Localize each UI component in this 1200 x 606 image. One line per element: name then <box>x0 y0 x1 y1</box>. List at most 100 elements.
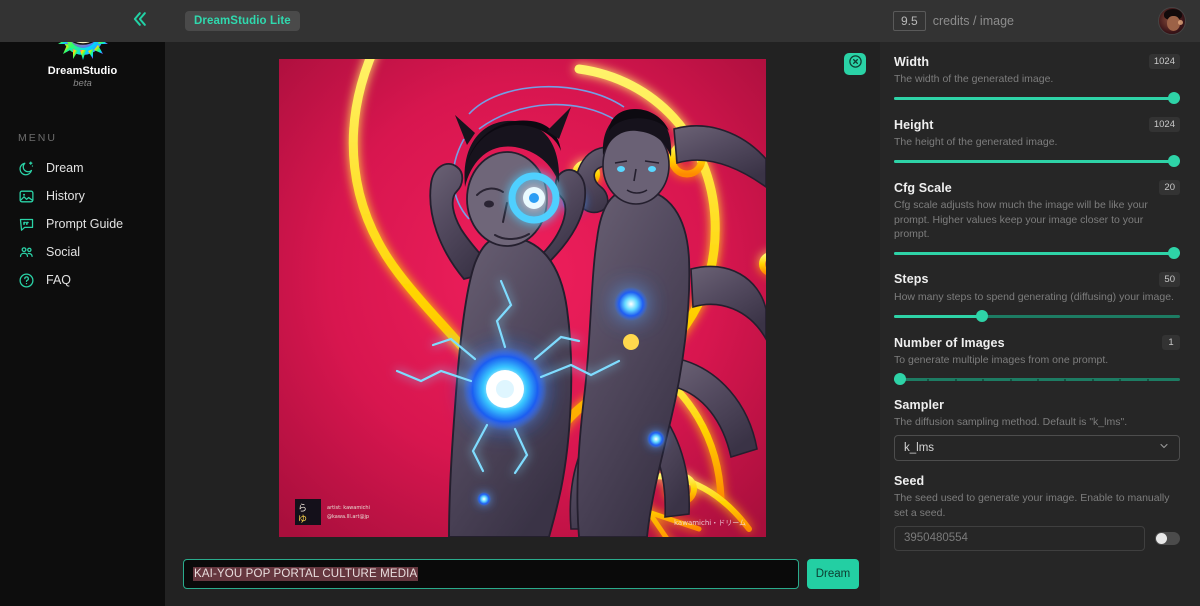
svg-text:@kawa.lll.art@jp: @kawa.lll.art@jp <box>327 514 369 520</box>
credits-label: credits / image <box>932 14 1014 28</box>
sidebar-item-faq[interactable]: FAQ <box>0 266 165 294</box>
sidebar-item-label: FAQ <box>46 273 72 287</box>
setting-cfg-desc: Cfg scale adjusts how much the image wil… <box>894 199 1148 240</box>
image-photo-icon <box>18 188 35 205</box>
generated-image[interactable]: ら ゆ artist: kawamichi @kawa.lll.art@jp k… <box>279 59 766 537</box>
svg-text:artist: kawamichi: artist: kawamichi <box>327 505 370 511</box>
setting-width-title: Width <box>894 54 930 69</box>
numimages-slider-tick <box>982 378 985 381</box>
setting-sampler-desc: The diffusion sampling method. Default i… <box>894 416 1128 429</box>
setting-height-title: Height <box>894 117 934 132</box>
logo-title: DreamStudio <box>47 65 118 77</box>
question-circle-icon <box>18 272 35 289</box>
numimages-slider-tick <box>1119 378 1122 381</box>
setting-width-desc: The width of the generated image. <box>894 73 1054 85</box>
sidebar-item-label: Social <box>46 245 81 259</box>
numimages-slider-tick <box>1037 378 1039 381</box>
moon-sparkle-icon <box>18 160 35 177</box>
main-canvas-area: ら ゆ artist: kawamichi @kawa.lll.art@jp k… <box>165 42 880 606</box>
seed-input[interactable]: 3950480554 <box>894 525 1145 551</box>
numimages-slider-tick <box>1009 378 1012 381</box>
setting-seed-header: Seed <box>894 474 1180 488</box>
numimages-slider-tick <box>954 378 957 381</box>
setting-cfg-header: Cfg Scale 20 <box>894 180 1180 196</box>
svg-text:ゆ: ゆ <box>298 514 307 525</box>
width-slider[interactable] <box>894 92 1180 105</box>
setting-seed-title: Seed <box>894 474 925 489</box>
setting-steps: Steps 50 How many steps to spend generat… <box>894 271 1180 323</box>
setting-cfg-title: Cfg Scale <box>894 180 952 195</box>
credits-indicator: 9.5 credits / image <box>893 11 1014 31</box>
setting-width: Width 1024 The width of the generated im… <box>894 54 1180 105</box>
cfg-slider-knob[interactable] <box>1168 246 1180 259</box>
seed-toggle-knob <box>1156 532 1167 544</box>
cfg-scale-slider[interactable] <box>894 246 1180 259</box>
setting-numimages-desc: To generate multiple images from one pro… <box>894 354 1109 367</box>
setting-numimages-title: Number of Images <box>894 335 1005 350</box>
numimages-slider-tick <box>1146 378 1149 381</box>
setting-numimages-header: Number of Images 1 <box>894 335 1180 351</box>
setting-height-value: 1024 <box>1148 117 1180 133</box>
setting-width-value: 1024 <box>1148 54 1180 69</box>
sidebar-collapse-button[interactable] <box>118 0 160 42</box>
dream-button[interactable]: Dream <box>807 559 859 589</box>
numimages-slider-knob[interactable] <box>894 373 906 386</box>
setting-steps-value: 50 <box>1159 271 1180 287</box>
top-bar: DreamStudio Lite 9.5 credits / image <box>0 0 1200 42</box>
setting-height-header: Height 1024 <box>894 117 1180 133</box>
setting-sampler-title: Sampler <box>894 398 945 413</box>
sidebar-item-dream[interactable]: Dream <box>0 154 165 182</box>
dreamstudio-app: DreamStudio beta MENU Dream History Prom… <box>0 0 1200 606</box>
cfg-slider-fill <box>894 251 1174 255</box>
sidebar-item-prompt-guide[interactable]: Prompt Guide <box>0 210 165 238</box>
width-slider-fill <box>894 97 1174 101</box>
height-slider[interactable] <box>894 155 1180 168</box>
sidebar-item-social[interactable]: Social <box>0 238 165 266</box>
seed-row: 3950480554 <box>894 525 1180 551</box>
numimages-slider-tick <box>1091 378 1094 381</box>
sidebar-item-history[interactable]: History <box>0 182 165 210</box>
width-slider-knob[interactable] <box>1168 92 1180 105</box>
avatar[interactable] <box>1158 7 1186 35</box>
setting-steps-title: Steps <box>894 272 929 287</box>
sidebar-item-label: Dream <box>46 161 84 175</box>
setting-cfg-value: 20 <box>1159 180 1180 196</box>
svg-text:kawamichi・ドリーム: kawamichi・ドリーム <box>674 519 746 527</box>
avatar-highlight <box>1178 20 1183 25</box>
setting-seed: Seed The seed used to generate your imag… <box>894 474 1180 551</box>
menu-section-label: MENU <box>18 132 57 144</box>
dreamstudio-lite-badge[interactable]: DreamStudio Lite <box>185 11 300 31</box>
prompt-input-value: KAI-YOU POP PORTAL CULTURE MEDIA <box>193 567 419 581</box>
sidebar-item-label: History <box>46 189 85 203</box>
setting-height: Height 1024 The height of the generated … <box>894 117 1180 168</box>
height-slider-knob[interactable] <box>1168 155 1180 168</box>
steps-slider[interactable] <box>894 310 1180 323</box>
setting-steps-desc: How many steps to spend generating (diff… <box>894 290 1174 303</box>
svg-text:ら: ら <box>298 503 307 514</box>
setting-sampler: Sampler The diffusion sampling method. D… <box>894 398 1180 462</box>
sidebar-menu: Dream History Prompt Guide Social FAQ <box>0 154 165 294</box>
generated-artwork: ら ゆ artist: kawamichi @kawa.lll.art@jp k… <box>279 59 766 537</box>
sampler-select[interactable]: k_lms <box>894 435 1180 462</box>
setting-cfg-scale: Cfg Scale 20 Cfg scale adjusts how much … <box>894 180 1180 259</box>
seed-enable-toggle[interactable] <box>1155 531 1180 545</box>
prompt-input[interactable]: KAI-YOU POP PORTAL CULTURE MEDIA <box>183 559 799 589</box>
setting-height-desc: The height of the generated image. <box>894 136 1058 149</box>
people-group-icon <box>18 244 35 261</box>
setting-width-header: Width 1024 <box>894 54 1180 69</box>
prompt-bar: KAI-YOU POP PORTAL CULTURE MEDIA Dream <box>183 558 865 590</box>
setting-number-of-images: Number of Images 1 To generate multiple … <box>894 335 1180 386</box>
steps-slider-knob[interactable] <box>976 310 989 323</box>
circle-x-icon <box>848 54 863 74</box>
settings-panel: Width 1024 The width of the generated im… <box>880 42 1200 606</box>
setting-sampler-header: Sampler <box>894 398 1180 412</box>
credits-value: 9.5 <box>893 11 926 31</box>
close-image-button[interactable] <box>844 53 866 75</box>
double-chevron-left-icon <box>129 9 149 34</box>
number-of-images-slider[interactable] <box>894 373 1180 386</box>
steps-slider-fill <box>894 315 983 319</box>
height-slider-fill <box>894 160 1174 164</box>
sidebar-item-label: Prompt Guide <box>46 217 124 231</box>
setting-seed-desc: The seed used to generate your image. En… <box>894 492 1170 519</box>
sampler-selected-value: k_lms <box>904 442 935 455</box>
